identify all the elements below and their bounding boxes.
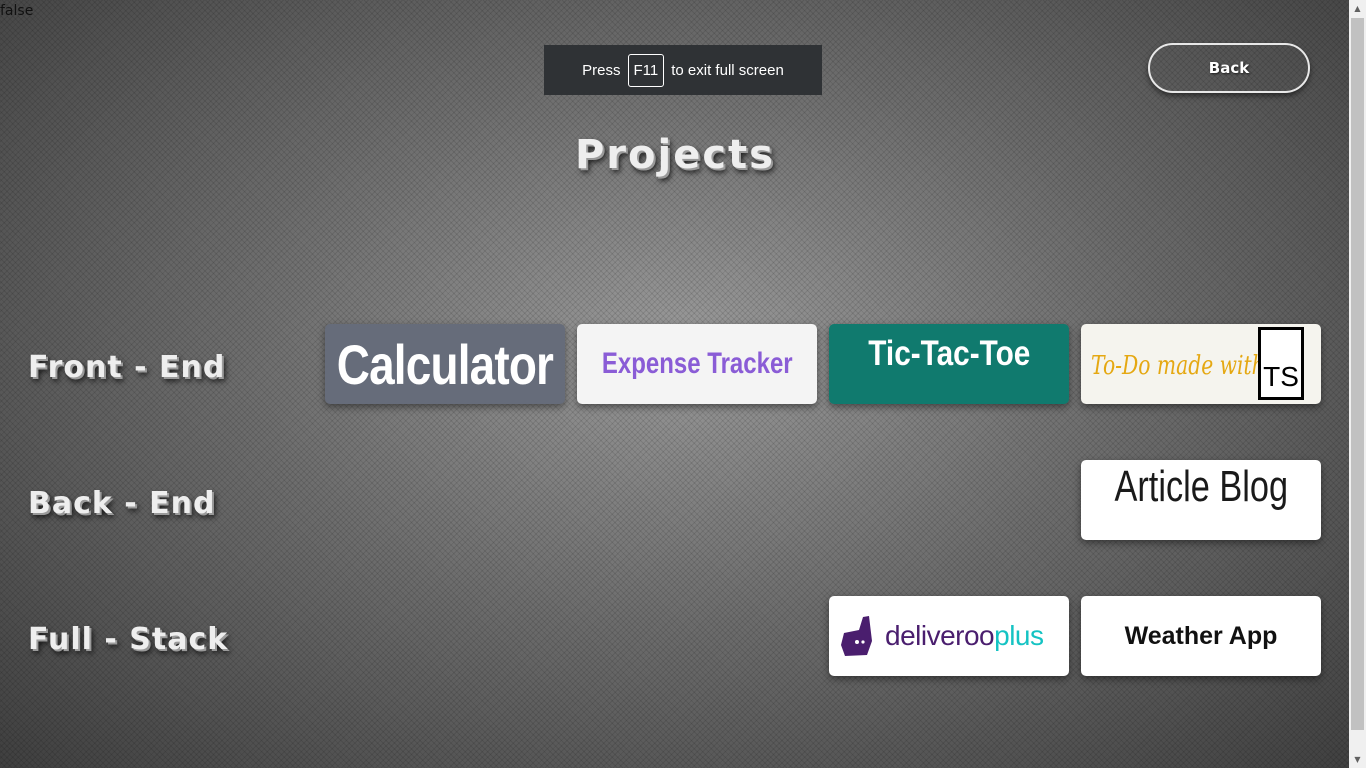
todo-card-title: To-Do made with bbox=[1091, 351, 1265, 381]
deliveroo-kangaroo-icon bbox=[841, 616, 872, 656]
project-card-deliveroo-plus[interactable]: deliverooplus bbox=[829, 596, 1069, 676]
deliveroo-wordmark: deliverooplus bbox=[885, 620, 1044, 652]
fullscreen-notice: Press F11 to exit full screen bbox=[544, 45, 822, 95]
section-label-full-stack: Full - Stack bbox=[28, 622, 229, 657]
project-card-expense-tracker[interactable]: Expense Tracker bbox=[577, 324, 817, 404]
article-blog-card-title: Article Blog bbox=[1114, 462, 1288, 511]
weather-app-card-title: Weather App bbox=[1124, 621, 1278, 650]
tic-tac-toe-card-title: Tic-Tac-Toe bbox=[867, 334, 1031, 373]
scroll-up-arrow-icon[interactable]: ▲ bbox=[1349, 0, 1366, 17]
expense-tracker-card-title: Expense Tracker bbox=[601, 347, 793, 380]
fullscreen-notice-prefix: Press bbox=[582, 61, 621, 79]
project-card-weather-app[interactable]: Weather App bbox=[1081, 596, 1321, 676]
f11-key-badge: F11 bbox=[627, 53, 665, 87]
typescript-badge: TS bbox=[1258, 327, 1304, 400]
page-title: Projects bbox=[574, 132, 775, 178]
project-card-todo-ts[interactable]: To-Do made with TS bbox=[1081, 324, 1321, 404]
project-card-tic-tac-toe[interactable]: Tic-Tac-Toe bbox=[829, 324, 1069, 404]
back-button[interactable]: Back bbox=[1148, 43, 1310, 93]
scrollbar-thumb[interactable] bbox=[1351, 18, 1364, 730]
section-label-front-end: Front - End bbox=[28, 350, 226, 385]
calculator-card-title: Calculator bbox=[336, 332, 554, 396]
deliveroo-wordmark-main: deliveroo bbox=[885, 620, 995, 651]
project-card-article-blog[interactable]: Article Blog bbox=[1081, 460, 1321, 540]
scroll-down-arrow-icon[interactable]: ▼ bbox=[1349, 751, 1366, 768]
project-card-calculator[interactable]: Calculator bbox=[325, 324, 565, 404]
fullscreen-notice-suffix: to exit full screen bbox=[671, 61, 784, 79]
vertical-scrollbar[interactable]: ▲ ▼ bbox=[1349, 0, 1366, 768]
section-label-back-end: Back - End bbox=[28, 486, 216, 521]
debug-text: false bbox=[0, 3, 34, 19]
deliveroo-wordmark-plus: plus bbox=[994, 620, 1044, 651]
